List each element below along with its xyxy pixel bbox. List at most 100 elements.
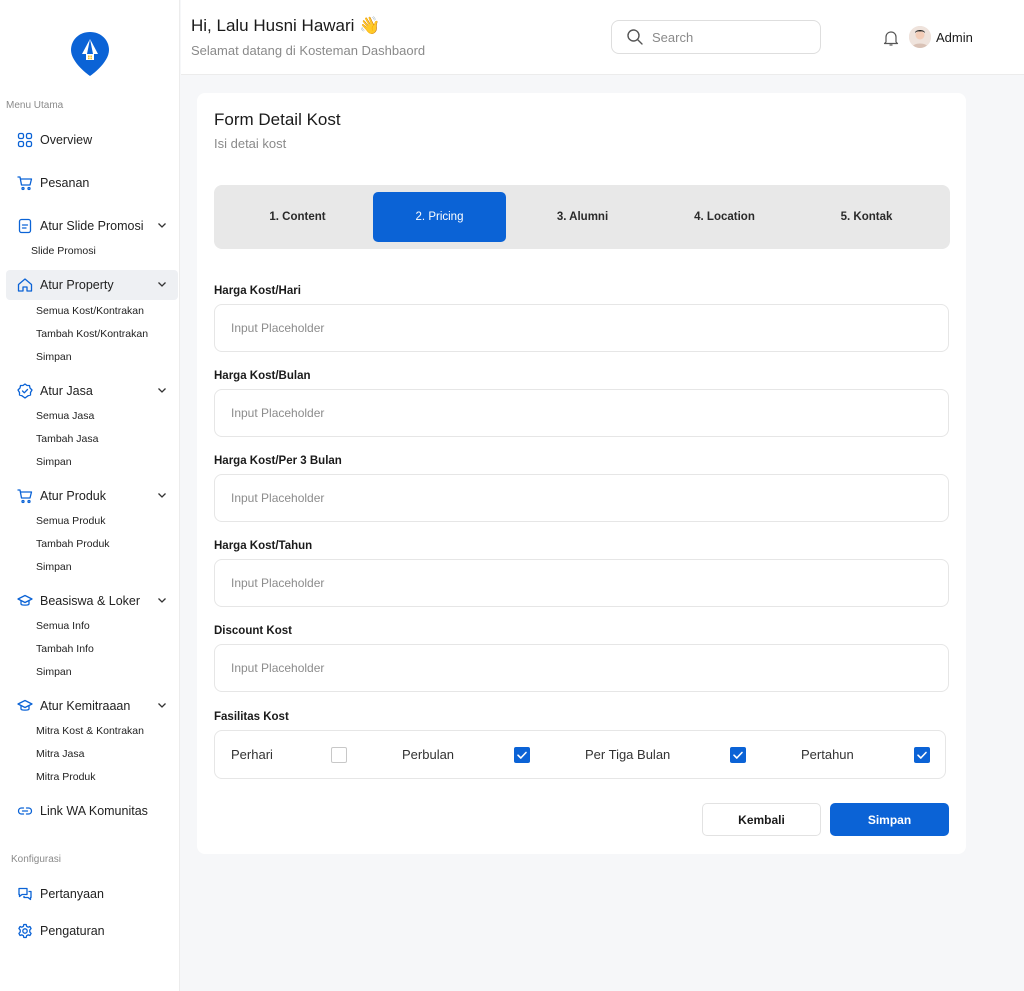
page-subtitle: Isi detai kost <box>214 136 287 151</box>
sidebar-item-atur-kemitraan[interactable]: Atur Kemitraaan <box>6 691 178 721</box>
tab-location[interactable]: 4. Location <box>658 192 791 242</box>
chevron-down-icon[interactable] <box>156 278 168 290</box>
stepper-tabs: 1. Content 2. Pricing 3. Alumni 4. Locat… <box>214 185 950 249</box>
sub-item-simpan-info[interactable]: Simpan <box>36 666 72 678</box>
sidebar-item-label: Link WA Komunitas <box>40 804 148 818</box>
sidebar-item-label: Overview <box>40 133 93 147</box>
harga-hari-input[interactable] <box>214 304 949 352</box>
field-label-harga-hari: Harga Kost/Hari <box>214 285 301 297</box>
checkbox-perhari[interactable] <box>331 747 347 763</box>
sub-item-semua-kost[interactable]: Semua Kost/Kontrakan <box>36 305 144 317</box>
tab-alumni[interactable]: 3. Alumni <box>516 192 649 242</box>
sidebar-item-pesanan[interactable]: Pesanan <box>6 168 178 198</box>
field-label-fasilitas: Fasilitas Kost <box>214 711 289 723</box>
link-icon <box>16 802 34 820</box>
checkmark-icon <box>917 751 927 759</box>
checkbox-perbulan[interactable] <box>514 747 530 763</box>
sidebar-item-label: Pengaturan <box>40 924 105 938</box>
kosteman-logo[interactable] <box>70 30 110 78</box>
cart-icon <box>16 487 34 505</box>
home-icon <box>16 276 34 294</box>
sidebar-item-overview[interactable]: Overview <box>6 125 178 155</box>
chevron-down-icon[interactable] <box>156 489 168 501</box>
sub-item-semua-produk[interactable]: Semua Produk <box>36 515 105 527</box>
menu-heading: Menu Utama <box>6 100 64 111</box>
cart-icon <box>16 174 34 192</box>
sidebar-item-label: Atur Slide Promosi <box>40 219 144 233</box>
sidebar-item-atur-property[interactable]: Atur Property <box>6 270 178 300</box>
search-input[interactable] <box>652 29 792 45</box>
graduation-cap-icon <box>16 697 34 715</box>
sub-item-tambah-kost[interactable]: Tambah Kost/Kontrakan <box>36 328 148 340</box>
chevron-down-icon[interactable] <box>156 384 168 396</box>
greeting-subtitle: Selamat datang di Kosteman Dashbaord <box>191 43 426 58</box>
sub-item-simpan-jasa[interactable]: Simpan <box>36 456 72 468</box>
sub-item-mitra-produk[interactable]: Mitra Produk <box>36 771 96 783</box>
sub-item-mitra-kost[interactable]: Mitra Kost & Kontrakan <box>36 725 144 737</box>
sub-item-mitra-jasa[interactable]: Mitra Jasa <box>36 748 84 760</box>
avatar[interactable] <box>909 26 931 48</box>
form-card: Form Detail Kost Isi detai kost 1. Conte… <box>197 93 966 854</box>
graduation-cap-icon <box>16 592 34 610</box>
config-heading: Konfigurasi <box>11 854 62 865</box>
harga-3-bulan-input[interactable] <box>214 474 949 522</box>
checkbox-per-tiga-bulan[interactable] <box>730 747 746 763</box>
sidebar-item-pertanyaan[interactable]: Pertanyaan <box>6 879 178 909</box>
search-icon <box>627 29 643 45</box>
facilities-group: Perhari Perbulan Per Tiga Bulan Pertahun <box>214 730 946 779</box>
user-name[interactable]: Admin <box>936 30 973 45</box>
sub-item-tambah-jasa[interactable]: Tambah Jasa <box>36 433 98 445</box>
badge-check-icon <box>16 382 34 400</box>
checkmark-icon <box>517 751 527 759</box>
tab-pricing[interactable]: 2. Pricing <box>373 192 506 242</box>
document-icon <box>16 217 34 235</box>
sidebar-item-label: Pertanyaan <box>40 887 104 901</box>
sidebar-item-link-wa[interactable]: Link WA Komunitas <box>6 796 178 826</box>
field-label-harga-3-bulan: Harga Kost/Per 3 Bulan <box>214 455 342 467</box>
facility-label-per-tiga-bulan: Per Tiga Bulan <box>585 747 671 762</box>
greeting-title: Hi, Lalu Husni Hawari 👋 <box>191 16 381 35</box>
sidebar-item-atur-jasa[interactable]: Atur Jasa <box>6 376 178 406</box>
chevron-down-icon[interactable] <box>156 219 168 231</box>
facility-label-pertahun: Pertahun <box>801 747 854 762</box>
sidebar: Menu Utama Overview Pesanan Atur Slide P… <box>0 0 180 991</box>
checkmark-icon <box>733 751 743 759</box>
field-label-harga-bulan: Harga Kost/Bulan <box>214 370 311 382</box>
facility-label-perhari: Perhari <box>231 747 273 762</box>
chevron-down-icon[interactable] <box>156 594 168 606</box>
sidebar-item-atur-produk[interactable]: Atur Produk <box>6 481 178 511</box>
sidebar-item-pengaturan[interactable]: Pengaturan <box>6 916 178 946</box>
sub-item-semua-jasa[interactable]: Semua Jasa <box>36 410 94 422</box>
chat-icon <box>16 885 34 903</box>
sidebar-item-label: Atur Produk <box>40 489 107 503</box>
chevron-down-icon[interactable] <box>156 699 168 711</box>
discount-input[interactable] <box>214 644 949 692</box>
sub-item-simpan-produk[interactable]: Simpan <box>36 561 72 573</box>
top-header: Hi, Lalu Husni Hawari 👋 Selamat datang d… <box>181 0 1024 75</box>
sub-item-simpan-property[interactable]: Simpan <box>36 351 72 363</box>
sidebar-item-label: Pesanan <box>40 176 90 190</box>
sub-item-slide-promosi[interactable]: Slide Promosi <box>31 245 96 257</box>
harga-tahun-input[interactable] <box>214 559 949 607</box>
back-button[interactable]: Kembali <box>702 803 821 836</box>
tab-content[interactable]: 1. Content <box>231 192 364 242</box>
sidebar-item-label: Atur Jasa <box>40 384 93 398</box>
facility-label-perbulan: Perbulan <box>402 747 455 762</box>
field-label-discount: Discount Kost <box>214 625 292 637</box>
sidebar-item-label: Beasiswa & Loker <box>40 594 141 608</box>
sub-item-tambah-produk[interactable]: Tambah Produk <box>36 538 110 550</box>
sidebar-item-atur-slide-promosi[interactable]: Atur Slide Promosi <box>6 211 178 241</box>
page-title: Form Detail Kost <box>214 110 341 129</box>
harga-bulan-input[interactable] <box>214 389 949 437</box>
bell-icon[interactable] <box>883 29 899 47</box>
sidebar-item-label: Atur Kemitraaan <box>40 699 131 713</box>
checkbox-pertahun[interactable] <box>914 747 930 763</box>
grid-icon <box>16 131 34 149</box>
sidebar-item-beasiswa-loker[interactable]: Beasiswa & Loker <box>6 586 178 616</box>
search-box[interactable] <box>611 20 821 54</box>
sub-item-tambah-info[interactable]: Tambah Info <box>36 643 94 655</box>
save-button[interactable]: Simpan <box>830 803 949 836</box>
sub-item-semua-info[interactable]: Semua Info <box>36 620 90 632</box>
gear-icon <box>16 922 34 940</box>
tab-kontak[interactable]: 5. Kontak <box>800 192 933 242</box>
